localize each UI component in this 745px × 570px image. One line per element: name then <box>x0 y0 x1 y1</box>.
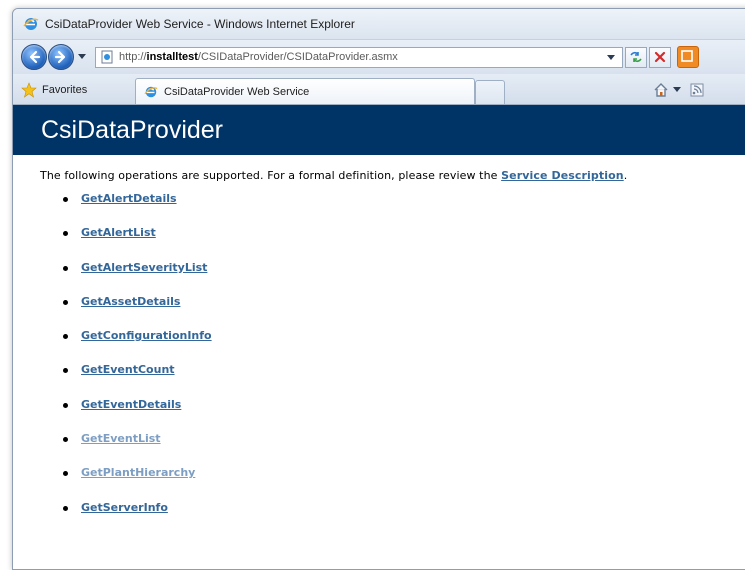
address-dropdown-icon[interactable] <box>606 52 616 62</box>
list-item: GetAlertSeverityList <box>13 261 745 295</box>
tab-bar: Favorites CsiDataProvider Web Service <box>13 74 745 105</box>
address-path: /CSIDataProvider/CSIDataProvider.asmx <box>197 51 398 63</box>
ie-logo-icon <box>23 18 39 30</box>
chevron-down-icon[interactable] <box>673 86 681 94</box>
bullet <box>63 334 68 340</box>
browser-window: CsiDataProvider Web Service - Windows In… <box>12 8 745 570</box>
stop-icon <box>654 51 666 63</box>
forward-arrow-icon <box>54 50 66 64</box>
favorites-label: Favorites <box>42 84 88 96</box>
list-item: GetEventList <box>13 432 745 466</box>
feeds-button[interactable] <box>677 46 699 68</box>
address-prefix: http:// <box>119 51 147 63</box>
feeds-icon <box>681 50 693 62</box>
operations-list: GetAlertDetails GetAlertList GetAlertSev… <box>13 192 745 535</box>
intro-end: . <box>623 169 628 182</box>
forward-button[interactable] <box>48 44 74 70</box>
bullet <box>63 368 68 374</box>
bullet <box>63 197 68 202</box>
operation-link[interactable]: GetEventDetails <box>81 398 181 411</box>
favorites-star-icon <box>21 82 37 98</box>
navigation-bar: http://installtest/CSIDataProvider/CSIDa… <box>13 40 745 74</box>
operation-link[interactable]: GetServerInfo <box>81 501 168 514</box>
list-item: GetEventDetails <box>13 398 745 432</box>
rss-icon[interactable] <box>689 82 705 98</box>
back-button[interactable] <box>21 44 47 70</box>
operation-link[interactable]: GetAssetDetails <box>81 295 180 308</box>
chevron-down-icon <box>78 54 86 59</box>
list-item: GetEventCount <box>13 363 745 397</box>
refresh-button[interactable] <box>625 46 647 68</box>
title-bar: CsiDataProvider Web Service - Windows In… <box>13 9 745 40</box>
list-item: GetConfigurationInfo <box>13 329 745 363</box>
bullet <box>63 505 68 511</box>
page-title: CsiDataProvider <box>13 105 745 155</box>
operation-link[interactable]: GetEventCount <box>81 363 175 376</box>
operation-link[interactable]: GetAlertList <box>81 226 156 239</box>
operation-link[interactable]: GetConfigurationInfo <box>81 329 212 342</box>
ie-logo-icon <box>144 86 158 97</box>
intro-sentence: The following operations are supported. … <box>40 169 502 182</box>
recent-pages-dropdown[interactable] <box>77 52 87 62</box>
bullet <box>63 437 68 443</box>
new-tab-button[interactable] <box>475 80 505 104</box>
address-host: installtest <box>146 51 198 63</box>
list-item: GetAssetDetails <box>13 295 745 329</box>
refresh-icon <box>630 51 642 63</box>
home-icon[interactable] <box>653 82 669 98</box>
bullet <box>63 231 68 237</box>
page-icon <box>101 50 113 64</box>
favorites-button[interactable]: Favorites <box>21 80 87 100</box>
page-content: CsiDataProvider The following operations… <box>13 105 745 569</box>
service-description-link[interactable]: Service Description <box>501 169 624 182</box>
bullet <box>63 265 68 271</box>
operation-link[interactable]: GetPlantHierarchy <box>81 466 195 479</box>
operation-link[interactable]: GetAlertDetails <box>81 192 177 205</box>
window-title: CsiDataProvider Web Service - Windows In… <box>45 17 355 31</box>
address-bar[interactable]: http://installtest/CSIDataProvider/CSIDa… <box>95 46 623 68</box>
operation-link[interactable]: GetEventList <box>81 432 161 445</box>
bullet <box>63 299 68 305</box>
stop-button[interactable] <box>649 46 671 68</box>
list-item: GetAlertDetails <box>13 192 745 226</box>
bullet <box>63 402 68 408</box>
back-arrow-icon <box>29 50 41 64</box>
list-item: GetServerInfo <box>13 501 745 535</box>
operation-link[interactable]: GetAlertSeverityList <box>81 261 207 274</box>
command-bar <box>653 82 705 98</box>
bullet <box>63 471 68 477</box>
tab-csidataprovider[interactable]: CsiDataProvider Web Service <box>135 78 475 104</box>
tab-label: CsiDataProvider Web Service <box>164 85 310 98</box>
list-item: GetPlantHierarchy <box>13 466 745 500</box>
intro-text: The following operations are supported. … <box>40 169 745 182</box>
list-item: GetAlertList <box>13 226 745 260</box>
